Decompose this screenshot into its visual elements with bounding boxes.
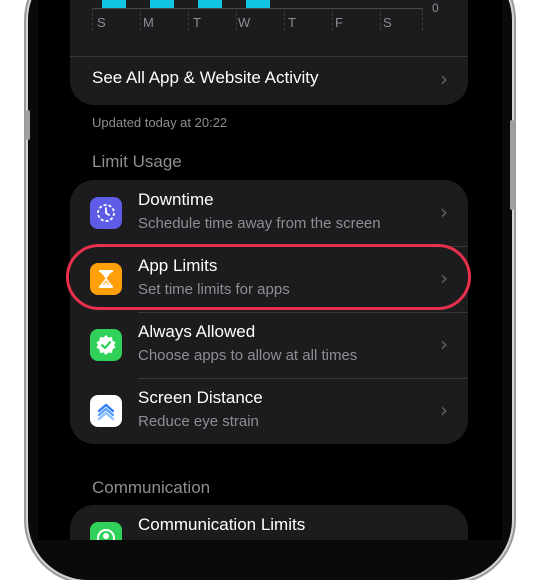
screen-distance-subtitle: Reduce eye strain	[138, 413, 259, 430]
communication-icon	[90, 522, 122, 540]
screen-distance-icon	[90, 395, 122, 427]
downtime-title: Downtime	[138, 190, 214, 209]
chart-bar-monday	[150, 0, 174, 8]
chart-day-label: T	[193, 15, 201, 30]
highlight-outline	[66, 244, 471, 310]
chart-day-label: S	[383, 15, 392, 30]
screen-distance-row[interactable]: Screen Distance Reduce eye strain ›	[70, 378, 468, 444]
chevron-right-icon: ›	[440, 398, 448, 422]
downtime-row[interactable]: Downtime Schedule time away from the scr…	[70, 180, 468, 246]
chart-gridline	[422, 8, 424, 30]
chart-gridline	[140, 8, 142, 30]
updated-timestamp: Updated today at 20:22	[92, 115, 228, 130]
chevron-right-icon: ›	[440, 200, 448, 224]
chart-bar-tuesday	[198, 0, 222, 8]
phone-side-button	[26, 110, 30, 140]
always-allowed-title: Always Allowed	[138, 322, 256, 341]
screen-distance-title: Screen Distance	[138, 388, 263, 407]
chart-bar-sunday	[102, 0, 126, 8]
chart-gridline	[284, 8, 286, 30]
chart-gridline	[380, 8, 382, 30]
chart-gridline	[92, 8, 94, 30]
communication-card: Communication Limits	[70, 505, 468, 540]
chart-bar-wednesday	[246, 0, 270, 8]
downtime-subtitle: Schedule time away from the screen	[138, 215, 381, 232]
phone-side-button	[510, 120, 514, 210]
always-allowed-row[interactable]: Always Allowed Choose apps to allow at a…	[70, 312, 468, 378]
chevron-right-icon: ›	[440, 67, 448, 91]
section-title-limit-usage: Limit Usage	[92, 152, 182, 171]
see-all-activity-row[interactable]: See All App & Website Activity ›	[70, 56, 468, 103]
chart-day-label: M	[143, 15, 154, 30]
chart-day-label: S	[97, 15, 106, 30]
checkmark-seal-icon	[90, 329, 122, 361]
chart-day-label: T	[288, 15, 296, 30]
chart-axis-zero: 0	[432, 1, 439, 15]
always-allowed-subtitle: Choose apps to allow at all times	[138, 347, 358, 364]
see-all-activity-label: See All App & Website Activity	[92, 68, 319, 87]
limit-usage-card: Downtime Schedule time away from the scr…	[70, 180, 468, 444]
chart-day-label: F	[335, 15, 343, 30]
chart-gridline	[188, 8, 190, 30]
chevron-right-icon: ›	[440, 332, 448, 356]
chart-gridline	[332, 8, 334, 30]
communication-limits-title: Communication Limits	[138, 515, 306, 534]
chart-day-label: W	[238, 15, 251, 30]
downtime-icon	[90, 197, 122, 229]
section-title-communication: Communication	[92, 478, 211, 497]
communication-limits-row[interactable]: Communication Limits	[70, 505, 468, 540]
activity-chart-card: S M T W T F S 0 See All App & Website Ac…	[70, 0, 468, 105]
